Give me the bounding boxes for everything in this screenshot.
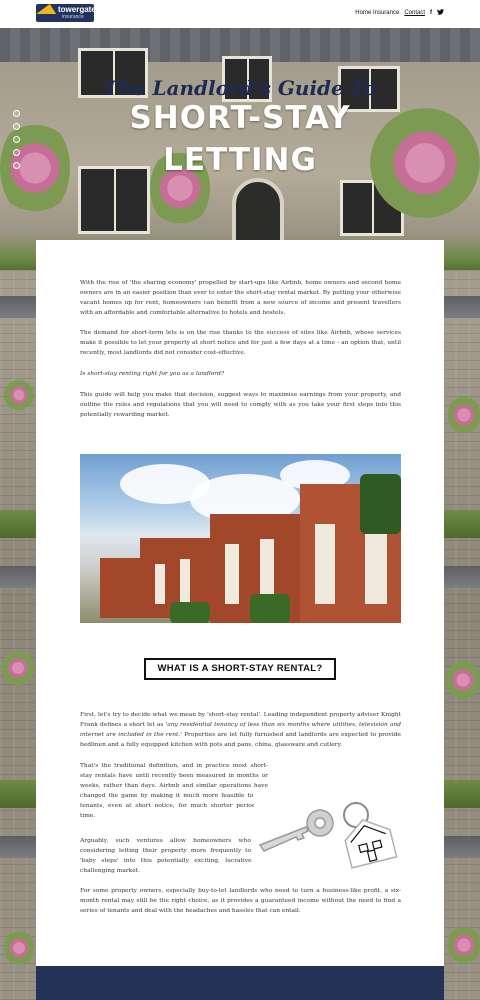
logo-text: towergate — [58, 5, 96, 14]
house-row — [100, 558, 140, 618]
guide-paragraph: This guide will help you make that decis… — [80, 392, 401, 418]
footer-bar — [36, 966, 444, 1000]
flower-bush — [446, 660, 480, 700]
question-text: Is short-stay renting right for you as a… — [80, 371, 225, 377]
hedge — [250, 594, 290, 623]
baby-steps-paragraph: Arguably, such ventures allow homeowners… — [80, 838, 268, 874]
bay-window — [180, 559, 190, 604]
main-nav: Home Insurance Contact f — [355, 9, 444, 17]
intro-paragraph: With the rise of 'the sharing economy' p… — [80, 280, 401, 316]
flower-bush — [4, 930, 34, 966]
definition-paragraph: First, let's try to decide what we mean … — [80, 710, 401, 750]
hedge — [170, 602, 210, 623]
grass-strip — [444, 780, 480, 808]
facebook-icon[interactable]: f — [430, 10, 432, 16]
slider-dots — [13, 110, 20, 169]
top-navigation-bar: towergate insurance Home Insurance Conta… — [0, 0, 480, 28]
nav-home-insurance-link[interactable]: Home Insurance — [355, 10, 399, 16]
logo-swoosh-icon — [36, 4, 60, 14]
question-paragraph: Is short-stay renting right for you as a… — [80, 369, 401, 379]
hero-heading-line1: SHORT-STAY — [129, 100, 351, 136]
flower-bush — [448, 925, 480, 965]
hero-title: The Landlord's Guide To — [103, 76, 377, 100]
twitter-icon[interactable] — [437, 9, 444, 17]
demand-paragraph: The demand for short-term lets is on the… — [80, 330, 401, 356]
nav-contact-link[interactable]: Contact — [404, 10, 425, 16]
bay-window — [225, 544, 239, 604]
section-heading-short-stay: WHAT IS A SHORT-STAY RENTAL? — [144, 658, 336, 680]
house-keys-image — [254, 793, 399, 883]
slider-dot[interactable] — [13, 162, 20, 169]
flower-bush — [4, 380, 34, 410]
flower-bush — [2, 650, 34, 686]
grass-strip — [444, 510, 480, 538]
buy-to-let-paragraph: For some property owners, especially buy… — [80, 888, 401, 914]
bay-window — [155, 564, 165, 604]
logo-subtext: insurance — [62, 14, 84, 20]
terraced-houses-photo — [80, 454, 401, 623]
traditional-paragraph: That's the traditional definition, and i… — [80, 763, 268, 819]
towergate-logo[interactable]: towergate insurance — [36, 4, 96, 22]
slider-dot[interactable] — [13, 136, 20, 143]
grass-strip — [0, 510, 36, 538]
flower-bush — [448, 395, 480, 435]
slider-dot[interactable] — [13, 110, 20, 117]
bay-window — [315, 524, 335, 604]
tree — [360, 474, 401, 534]
hero-heading-line2: LETTING — [163, 142, 317, 178]
article-card: With the rise of 'the sharing economy' p… — [36, 240, 444, 1000]
hero-banner: The Landlord's Guide To SHORT-STAY LETTI… — [0, 28, 480, 270]
slider-dot[interactable] — [13, 123, 20, 130]
slider-dot[interactable] — [13, 149, 20, 156]
grass-strip — [0, 780, 36, 808]
